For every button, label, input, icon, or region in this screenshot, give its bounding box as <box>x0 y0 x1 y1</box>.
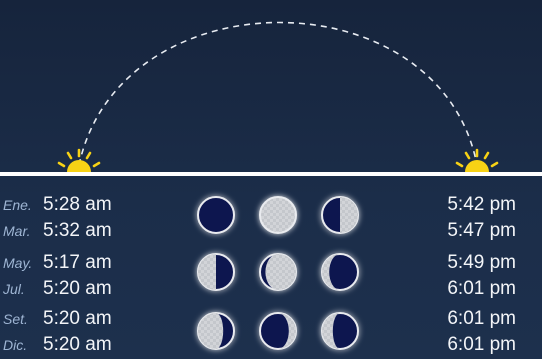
sunrise-time: 5:28 am <box>43 194 112 215</box>
sunset-time: 6:01 pm <box>447 278 516 299</box>
sunrise-time: 5:17 am <box>43 252 112 273</box>
time-row-set: Set. 5:20 am 6:01 pm <box>0 308 542 332</box>
sunset-time: 5:42 pm <box>447 194 516 215</box>
month-label: Ene. <box>3 197 32 213</box>
sunset-time: 6:01 pm <box>447 334 516 355</box>
time-row-may: May. 5:17 am 5:49 pm <box>0 252 542 276</box>
time-row-jul: Jul. 5:20 am 6:01 pm <box>0 278 542 302</box>
month-label: Mar. <box>3 223 31 239</box>
sunrise-time: 5:32 am <box>43 220 112 241</box>
sunset-time: 5:49 pm <box>447 252 516 273</box>
sunrise-time: 5:20 am <box>43 308 112 329</box>
month-label: May. <box>3 255 33 271</box>
sun-path-arc <box>78 21 478 166</box>
sunset-icon <box>455 148 499 172</box>
month-label: Dic. <box>3 337 28 353</box>
sunrise-time: 5:20 am <box>43 334 112 355</box>
sunset-time: 6:01 pm <box>447 308 516 329</box>
sun-moon-scene <box>0 21 542 350</box>
sunrise-time: 5:20 am <box>43 278 112 299</box>
sunrise-icon <box>57 148 101 172</box>
month-label: Jul. <box>3 281 25 297</box>
time-row-mar: Mar. 5:32 am 5:47 pm <box>0 220 542 244</box>
month-label: Set. <box>3 311 28 327</box>
time-row-ene: Ene. 5:28 am 5:42 pm <box>0 194 542 218</box>
time-row-dic: Dic. 5:20 am 6:01 pm <box>0 334 542 358</box>
sunset-time: 5:47 pm <box>447 220 516 241</box>
